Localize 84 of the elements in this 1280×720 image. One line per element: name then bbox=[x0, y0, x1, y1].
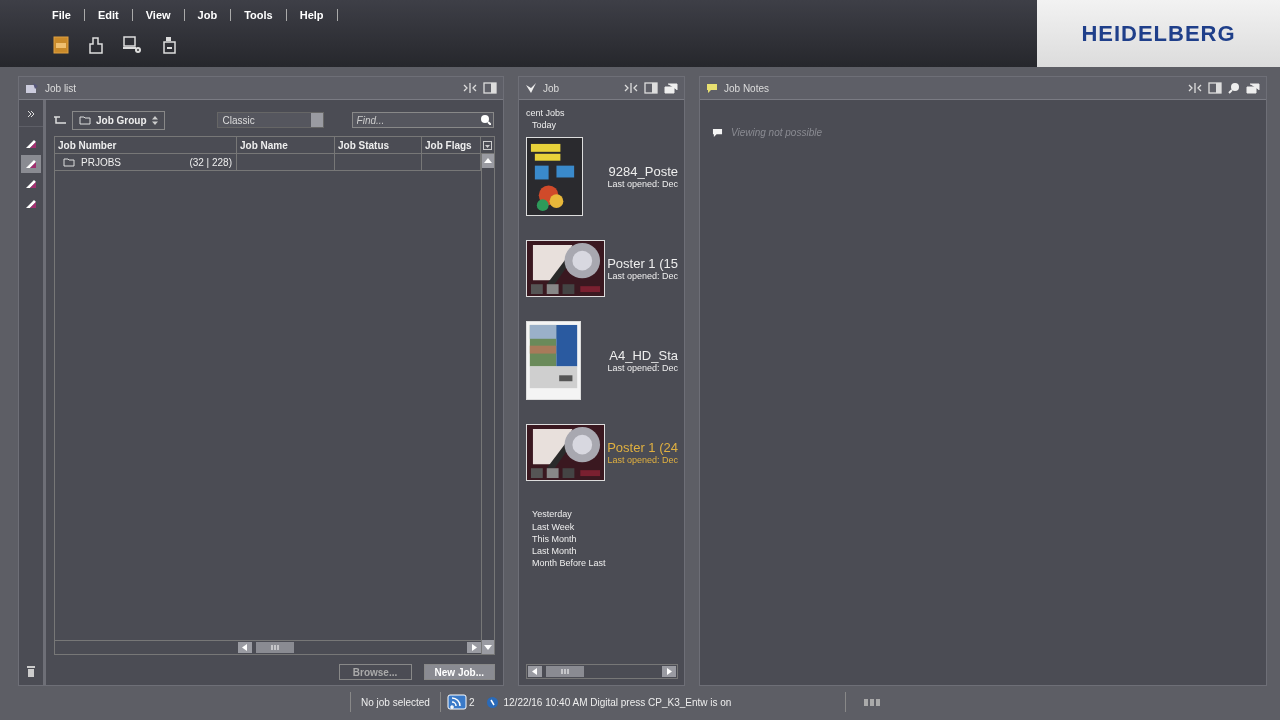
job-name: A4_HD_Sta bbox=[609, 347, 678, 363]
job-name: Poster 1 (15 bbox=[607, 255, 678, 271]
window-icon[interactable] bbox=[483, 82, 497, 94]
job-count: (32 | 228) bbox=[189, 156, 232, 168]
menu-item[interactable]: Help bbox=[299, 9, 324, 21]
search-icon[interactable] bbox=[479, 114, 491, 125]
last-opened: Last opened: Dec bbox=[607, 270, 678, 281]
notes-message: Viewing not possible bbox=[731, 127, 822, 138]
scroll-right-icon[interactable] bbox=[662, 666, 676, 677]
table-cell[interactable]: PRJOBS (32 | 228) bbox=[55, 154, 237, 170]
scroll-right-icon[interactable] bbox=[467, 642, 481, 653]
pen-icon bbox=[25, 159, 37, 169]
logo: HEIDELBERG bbox=[1081, 20, 1236, 47]
last-opened: Last opened: Dec bbox=[607, 454, 678, 465]
note-icon bbox=[706, 82, 718, 94]
folder-icon bbox=[63, 157, 75, 167]
menu-item[interactable]: Job bbox=[197, 9, 218, 21]
recent-job[interactable]: 9284_Poste Last opened: Dec bbox=[526, 136, 678, 217]
scroll-up-icon[interactable] bbox=[482, 154, 494, 168]
scroll-thumb[interactable] bbox=[256, 642, 294, 653]
job-name: 9284_Poste bbox=[608, 163, 678, 179]
horizontal-scrollbar[interactable] bbox=[55, 640, 481, 654]
panel-title: Job bbox=[543, 82, 560, 94]
horizontal-scrollbar[interactable] bbox=[526, 664, 678, 679]
collapse-icon[interactable] bbox=[624, 82, 638, 94]
note-icon bbox=[712, 127, 723, 138]
selection-status: No job selected bbox=[361, 696, 430, 708]
folders-icon[interactable] bbox=[664, 82, 678, 94]
computer-gear-icon[interactable] bbox=[123, 36, 143, 54]
search-field[interactable]: Find... bbox=[351, 112, 494, 128]
tool-button[interactable] bbox=[21, 155, 41, 173]
column-header[interactable]: Job Number bbox=[55, 137, 237, 153]
recent-job[interactable]: Poster 1 (24 Last opened: Dec bbox=[526, 412, 678, 493]
period-heading[interactable]: Month Before Last bbox=[526, 557, 678, 570]
column-header[interactable]: Job Flags bbox=[422, 137, 481, 153]
window-icon[interactable] bbox=[1208, 82, 1222, 94]
folder-icon bbox=[79, 115, 91, 125]
group-selector[interactable]: Job Group bbox=[72, 110, 165, 130]
window-icon[interactable] bbox=[644, 82, 658, 94]
feed-icon[interactable] bbox=[446, 694, 467, 710]
period-heading[interactable]: Yesterday bbox=[526, 508, 678, 521]
status-message: 12/22/16 10:40 AM Digital press CP_K3_Entw is on bbox=[503, 696, 732, 708]
search-icon[interactable] bbox=[1228, 82, 1240, 94]
scroll-left-icon[interactable] bbox=[238, 642, 252, 653]
pen-icon bbox=[25, 179, 37, 189]
section-heading: cent Jobs bbox=[526, 108, 566, 118]
panel-title: Job Notes bbox=[724, 82, 770, 94]
folder-name: PRJOBS bbox=[81, 156, 121, 168]
tree-icon[interactable] bbox=[54, 116, 66, 124]
column-chooser-icon[interactable] bbox=[483, 140, 492, 150]
pen-icon bbox=[25, 199, 37, 209]
period-heading[interactable]: This Month bbox=[526, 532, 678, 546]
info-icon bbox=[486, 696, 498, 708]
period-heading[interactable]: Last Month bbox=[526, 545, 678, 558]
recent-job[interactable]: A4_HD_Sta Last opened: Dec bbox=[526, 320, 678, 401]
last-opened: Last opened: Dec bbox=[607, 178, 678, 189]
last-opened: Last opened: Dec bbox=[607, 362, 678, 373]
period-heading[interactable]: Last Week bbox=[526, 520, 678, 533]
folders-icon[interactable] bbox=[1246, 82, 1260, 94]
scroll-down-icon[interactable] bbox=[482, 640, 494, 654]
collapse-icon[interactable] bbox=[1188, 82, 1202, 94]
trash-icon[interactable] bbox=[27, 666, 35, 677]
column-header[interactable]: Job Name bbox=[237, 137, 335, 153]
job-name: Poster 1 (24 bbox=[607, 439, 678, 455]
panel-title: Job list bbox=[45, 82, 77, 94]
recent-job[interactable]: Poster 1 (15 Last opened: Dec bbox=[526, 228, 678, 309]
notification-count: 2 bbox=[468, 696, 475, 708]
vertical-scrollbar[interactable] bbox=[481, 154, 494, 654]
menu-item[interactable]: View bbox=[145, 9, 171, 21]
pen-icon bbox=[25, 139, 37, 149]
menu-item[interactable]: Tools bbox=[244, 9, 273, 21]
document-icon[interactable] bbox=[53, 36, 69, 54]
scroll-left-icon[interactable] bbox=[528, 666, 542, 677]
menu-item[interactable]: File bbox=[52, 9, 71, 21]
menu-item[interactable]: Edit bbox=[97, 9, 119, 21]
sort-icon bbox=[151, 115, 158, 125]
view-mode-dropdown[interactable]: Classic bbox=[216, 112, 324, 128]
collapse-icon[interactable] bbox=[463, 82, 477, 94]
column-header[interactable]: Job Status bbox=[335, 137, 422, 153]
period-heading[interactable]: Today bbox=[526, 119, 678, 132]
expand-icon[interactable] bbox=[27, 110, 35, 118]
scroll-thumb[interactable] bbox=[546, 666, 584, 677]
printer-icon[interactable] bbox=[162, 36, 178, 54]
grip-icon[interactable] bbox=[864, 698, 881, 706]
